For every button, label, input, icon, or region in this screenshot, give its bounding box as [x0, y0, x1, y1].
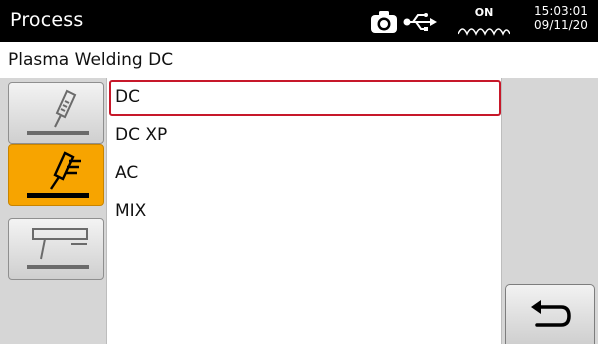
- process-list: DC DC XP AC MIX: [106, 78, 502, 344]
- list-item-dc-xp[interactable]: DC XP: [109, 118, 501, 154]
- screen-title: Process: [10, 9, 84, 31]
- list-item-label: AC: [115, 163, 139, 183]
- trigger-mode-icon: [27, 228, 89, 269]
- list-item-label: DC: [115, 87, 140, 107]
- status-bar: Process ON 15:03:01 09/11/20: [0, 0, 598, 42]
- list-item-label: MIX: [115, 201, 147, 221]
- list-item-mix[interactable]: MIX: [109, 194, 501, 230]
- process-subtitle: Plasma Welding DC: [0, 42, 598, 78]
- tab-torch[interactable]: [8, 82, 104, 144]
- subtitle-text: Plasma Welding DC: [8, 50, 174, 70]
- list-item-label: DC XP: [115, 125, 168, 145]
- clock-time: 15:03:01: [534, 4, 588, 18]
- tab-torch-active[interactable]: [8, 144, 104, 206]
- list-item-dc[interactable]: DC: [109, 80, 501, 116]
- camera-icon[interactable]: [370, 9, 398, 35]
- on-indicator: ON: [452, 6, 516, 38]
- clock: 15:03:01 09/11/20: [528, 4, 594, 32]
- usb-icon: [403, 13, 437, 31]
- back-arrow-icon: [531, 300, 571, 327]
- sidebar-tabs: [0, 78, 106, 344]
- list-item-ac[interactable]: AC: [109, 156, 501, 192]
- torch-icon: [27, 151, 89, 198]
- wave-icon: [458, 28, 510, 36]
- torch-icon: [27, 89, 89, 135]
- on-label: ON: [474, 6, 494, 19]
- tab-trigger-mode[interactable]: [8, 218, 104, 280]
- clock-date: 09/11/20: [534, 18, 588, 32]
- back-button[interactable]: [505, 284, 595, 344]
